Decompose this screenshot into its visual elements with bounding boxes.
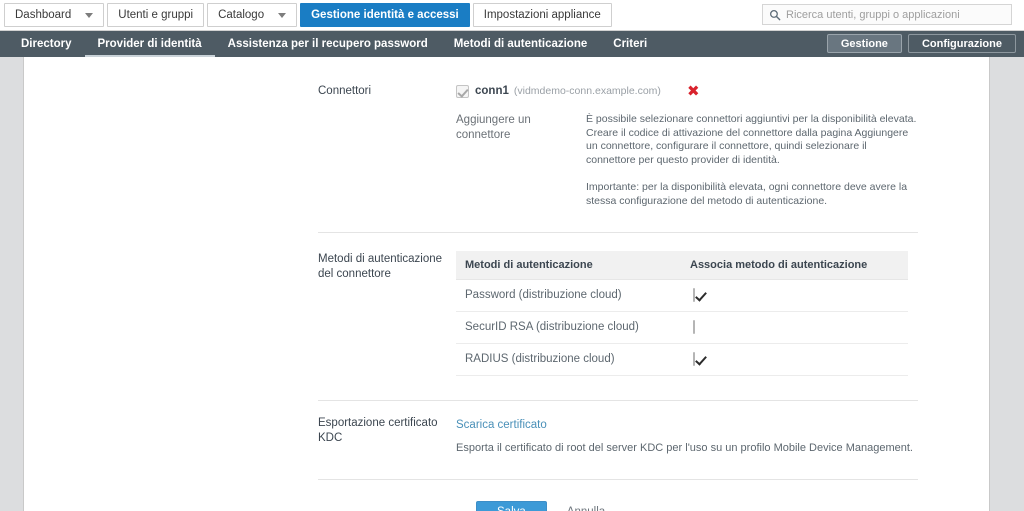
secondary-navigation-bar: Directory Provider di identità Assistenz…	[0, 31, 1024, 57]
auth-method-associate-cell	[680, 311, 908, 344]
connector-help-paragraph-2: Importante: per la disponibilità elevata…	[586, 181, 908, 207]
subnav-item-metodi-di-autenticazione-label: Metodi di autenticazione	[453, 38, 588, 50]
subnav-item-assistenza-recupero-password[interactable]: Assistenza per il recupero password	[215, 31, 441, 57]
search-icon	[770, 9, 781, 20]
download-certificate-link[interactable]: Scarica certificato	[456, 419, 547, 431]
tab-dashboard-label: Dashboard	[15, 9, 72, 21]
tab-utenti-e-gruppi-label: Utenti e gruppi	[118, 9, 194, 21]
connectors-label: Connettori	[318, 85, 372, 97]
tab-catalogo[interactable]: Catalogo	[207, 3, 298, 27]
auth-methods-table-head: Metodi di autenticazione Associa metodo …	[456, 251, 908, 280]
configurazione-button[interactable]: Configurazione	[907, 34, 1016, 53]
top-navigation-bar: Dashboard Utenti e gruppi Catalogo Gesti…	[0, 0, 1024, 31]
subnav-item-assistenza-recupero-password-label: Assistenza per il recupero password	[227, 38, 428, 50]
search-input[interactable]	[786, 8, 1005, 21]
auth-method-associate-cell	[680, 343, 908, 376]
connector-name: conn1	[475, 85, 509, 97]
tab-impostazioni-appliance-label: Impostazioni appliance	[483, 9, 601, 21]
connector-help-paragraph-1: È possibile selezionare connettori aggiu…	[586, 113, 917, 166]
identity-provider-form: Connettori conn1 (vidmdemo-conn.example.…	[318, 83, 918, 511]
auth-methods-table-body: Password (distribuzione cloud) SecurID R…	[456, 279, 908, 376]
tab-catalogo-label: Catalogo	[218, 9, 265, 21]
auth-method-name: Password (distribuzione cloud)	[456, 279, 680, 312]
kdc-export-body: Scarica certificato Esporta il certifica…	[456, 415, 918, 455]
global-search[interactable]	[762, 4, 1012, 25]
table-row: Password (distribuzione cloud)	[456, 279, 908, 312]
page-content-panel: Connettori conn1 (vidmdemo-conn.example.…	[23, 57, 990, 511]
subnav-item-directory[interactable]: Directory	[8, 31, 85, 57]
chevron-down-icon	[85, 12, 94, 18]
kdc-export-description: Esporta il certificato di root del serve…	[456, 442, 913, 454]
kdc-export-section: Esportazione certificato KDC Scarica cer…	[318, 415, 918, 455]
tab-gestione-identita-e-accessi[interactable]: Gestione identità e accessi	[300, 3, 470, 27]
cancel-button[interactable]: Annulla	[561, 505, 611, 511]
connector-row: conn1 (vidmdemo-conn.example.com) ✖	[456, 83, 918, 99]
remove-connector-icon[interactable]: ✖	[687, 84, 700, 99]
tab-impostazioni-appliance[interactable]: Impostazioni appliance	[472, 3, 612, 27]
gestione-button[interactable]: Gestione	[826, 34, 902, 53]
auth-method-name: RADIUS (distribuzione cloud)	[456, 343, 680, 376]
associate-checkbox-password[interactable]	[693, 288, 695, 302]
subnav-item-metodi-di-autenticazione[interactable]: Metodi di autenticazione	[441, 31, 601, 57]
section-divider	[318, 479, 918, 480]
connectors-body: conn1 (vidmdemo-conn.example.com) ✖ Aggi…	[456, 83, 918, 208]
column-header-associate: Associa metodo di autenticazione	[680, 251, 908, 280]
associate-checkbox-securid-rsa[interactable]	[693, 320, 695, 334]
table-row: SecurID RSA (distribuzione cloud)	[456, 311, 908, 344]
gestione-button-label: Gestione	[840, 37, 888, 50]
auth-methods-table: Metodi di autenticazione Associa metodo …	[456, 251, 908, 376]
secondary-nav-actions: Gestione Configurazione	[826, 34, 1016, 53]
configurazione-button-label: Configurazione	[921, 37, 1002, 50]
chevron-down-icon	[278, 12, 287, 18]
save-button[interactable]: Salva	[476, 501, 547, 511]
connector-checkbox-conn1[interactable]	[456, 84, 469, 98]
connector-hostname: (vidmdemo-conn.example.com)	[513, 85, 661, 97]
auth-method-associate-cell	[680, 279, 908, 312]
connector-help-text: È possibile selezionare connettori aggiu…	[586, 113, 918, 208]
kdc-export-label: Esportazione certificato KDC	[318, 417, 438, 444]
subnav-item-provider-di-identita-label: Provider di identità	[97, 38, 202, 50]
subnav-item-criteri[interactable]: Criteri	[600, 31, 660, 57]
connector-help-block: Aggiungere un connettore È possibile sel…	[456, 113, 918, 208]
table-row: RADIUS (distribuzione cloud)	[456, 343, 908, 376]
tab-dashboard[interactable]: Dashboard	[4, 3, 105, 27]
auth-methods-section: Metodi di autenticazione del connettore …	[318, 251, 918, 376]
application-window: Dashboard Utenti e gruppi Catalogo Gesti…	[0, 0, 1024, 511]
auth-methods-label: Metodi di autenticazione del connettore	[318, 253, 443, 280]
auth-methods-body: Metodi di autenticazione Associa metodo …	[456, 251, 918, 376]
primary-tab-list: Dashboard Utenti e gruppi Catalogo Gesti…	[4, 3, 612, 27]
form-actions: Salva Annulla	[476, 501, 918, 511]
subnav-item-criteri-label: Criteri	[613, 38, 648, 50]
add-connector-label[interactable]: Aggiungere un connettore	[456, 113, 586, 208]
subnav-item-provider-di-identita[interactable]: Provider di identità	[85, 31, 215, 57]
page-background: Connettori conn1 (vidmdemo-conn.example.…	[0, 57, 1024, 511]
connectors-section: Connettori conn1 (vidmdemo-conn.example.…	[318, 83, 918, 208]
table-header-row: Metodi di autenticazione Associa metodo …	[456, 251, 908, 280]
auth-method-name: SecurID RSA (distribuzione cloud)	[456, 311, 680, 344]
tab-utenti-e-gruppi[interactable]: Utenti e gruppi	[107, 3, 205, 27]
column-header-method: Metodi di autenticazione	[456, 251, 680, 280]
associate-checkbox-radius[interactable]	[693, 352, 695, 366]
tab-gestione-identita-e-accessi-label: Gestione identità e accessi	[311, 9, 459, 21]
subnav-item-directory-label: Directory	[21, 38, 72, 50]
secondary-nav-item-list: Directory Provider di identità Assistenz…	[0, 31, 660, 57]
